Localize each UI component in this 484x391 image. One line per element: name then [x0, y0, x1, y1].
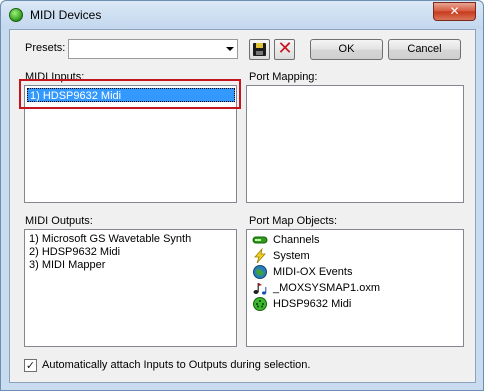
globe-icon [253, 265, 267, 279]
channels-icon [252, 236, 268, 244]
port-map-object-label: _MOXSYSMAP1.oxm [273, 282, 380, 294]
port-map-object-label: MIDI-OX Events [273, 266, 353, 278]
auto-attach-label[interactable]: Automatically attach Inputs to Outputs d… [42, 359, 310, 371]
floppy-disk-icon [253, 43, 266, 56]
music-note-icon [253, 283, 267, 295]
port-map-object-label: HDSP9632 Midi [273, 298, 352, 310]
presets-label: Presets: [25, 42, 66, 54]
midi-ox-app-icon [9, 8, 23, 22]
ok-button[interactable]: OK [310, 39, 383, 60]
port-mapping-label: Port Mapping: [249, 71, 318, 83]
presets-combobox[interactable] [68, 39, 238, 59]
close-button[interactable]: ✕ [433, 2, 476, 21]
cancel-button[interactable]: Cancel [388, 39, 461, 60]
port-map-object-label: System [273, 250, 310, 262]
port-map-object-label: Channels [273, 234, 320, 246]
midi-output-item[interactable]: 2) HDSP9632 Midi [29, 246, 120, 259]
midi-outputs-list[interactable]: 1) Microsoft GS Wavetable Synth 2) HDSP9… [24, 229, 237, 347]
delete-preset-button[interactable]: ✕ [274, 39, 295, 60]
port-map-objects-list[interactable]: Channels System MIDI-OX Events _MOXSYSMA… [246, 229, 464, 347]
save-preset-button[interactable] [249, 39, 270, 60]
midi-device-icon [253, 297, 267, 311]
midi-outputs-label: MIDI Outputs: [25, 215, 93, 227]
port-map-objects-label: Port Map Objects: [249, 215, 338, 227]
window-title: MIDI Devices [30, 8, 102, 22]
midi-output-item[interactable]: 3) MIDI Mapper [29, 259, 105, 272]
midi-output-item[interactable]: 1) Microsoft GS Wavetable Synth [29, 233, 191, 246]
lightning-icon [254, 248, 266, 264]
title-bar: MIDI Devices ✕ [1, 1, 483, 29]
highlight-annotation [19, 79, 241, 109]
port-mapping-list[interactable] [246, 85, 464, 203]
midi-devices-dialog: MIDI Devices ✕ Presets: ✕ OK Cancel MIDI… [0, 0, 484, 391]
chevron-down-icon[interactable] [226, 47, 234, 51]
auto-attach-checkbox[interactable]: ✓ [24, 359, 37, 372]
delete-x-icon: ✕ [277, 38, 293, 59]
